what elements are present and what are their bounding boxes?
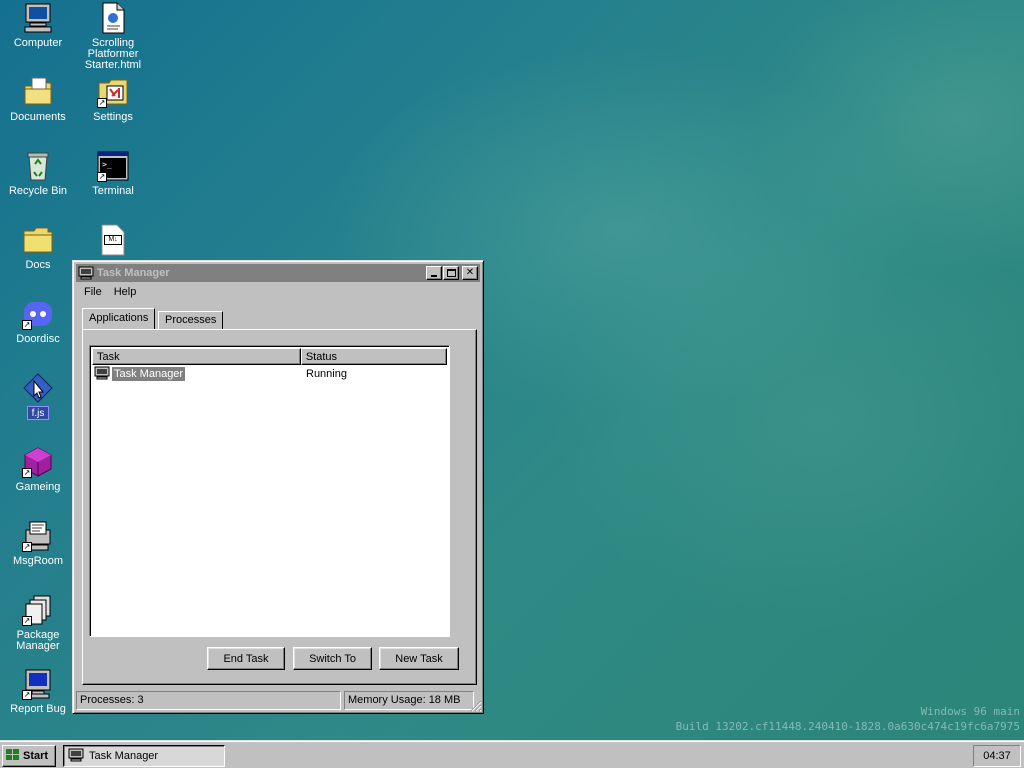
watermark-line-2: Build 13202.cf11448.240410-1828.0a630c47… [675, 720, 1020, 733]
desktop-icon-documents[interactable]: Documents [0, 76, 76, 123]
task-cell: Task Manager [94, 366, 301, 383]
task-manager-window: Task Manager ✕ File Help Applications Pr… [72, 260, 484, 714]
desktop-icon-docs[interactable]: Docs [0, 224, 76, 271]
markdown-file-icon: M↓ [97, 224, 129, 256]
desktop-icon-terminal[interactable]: >_ ↗ Terminal [75, 150, 151, 197]
shortcut-arrow-icon: ↗ [22, 320, 32, 330]
list-header: Task Status [92, 348, 447, 365]
shortcut-arrow-icon: ↗ [97, 172, 107, 182]
resize-grip-icon[interactable] [470, 700, 482, 712]
shortcut-arrow-icon: ↗ [22, 542, 32, 552]
desktop-icon-label: Settings [93, 111, 133, 123]
shortcut-arrow-icon: ↗ [22, 690, 32, 700]
watermark-line-1: Windows 96 main [920, 705, 1020, 718]
desktop-icon-label: Documents [10, 111, 66, 123]
desktop-icon-label: Computer [13, 37, 63, 49]
desktop-icon-computer[interactable]: Computer [0, 2, 76, 49]
desktop-icon-settings[interactable]: ↗ Settings [75, 76, 151, 123]
start-label: Start [23, 750, 49, 762]
task-name: Task Manager [112, 367, 186, 381]
taskbar: Start Task Manager 04:37 [0, 740, 1024, 768]
desktop-icon-label: Report Bug [10, 703, 66, 715]
shortcut-arrow-icon: ↗ [22, 468, 32, 478]
window-title: Task Manager [97, 267, 170, 279]
close-button[interactable]: ✕ [462, 266, 478, 280]
desktop-icon-markdown-file[interactable]: M↓ [75, 224, 151, 256]
fjs-icon: f.js [22, 372, 54, 424]
switch-to-button[interactable]: Switch To [293, 647, 372, 670]
taskbar-button-task-manager[interactable]: Task Manager [63, 745, 225, 767]
minimize-icon [431, 275, 437, 277]
system-tray-clock[interactable]: 04:37 [973, 745, 1021, 767]
terminal-icon: >_ ↗ [97, 150, 129, 182]
menu-file[interactable]: File [78, 286, 108, 298]
shortcut-arrow-icon: ↗ [22, 616, 32, 626]
tab-processes[interactable]: Processes [158, 311, 224, 329]
desktop-icon-label: Scrolling Platformer Starter.html [84, 37, 142, 71]
menu-help[interactable]: Help [108, 286, 143, 298]
column-header-task[interactable]: Task [92, 348, 301, 365]
html-file-icon [97, 2, 129, 34]
desktop-icon-gameing[interactable]: ↗ Gameing [0, 446, 76, 493]
desktop-icon-label: Terminal [92, 185, 134, 197]
desktop-icon-package-manager[interactable]: ↗ Package Manager [0, 594, 76, 652]
desktop-icon-label: MsgRoom [12, 555, 64, 567]
computer-icon [22, 2, 54, 34]
package-manager-icon: ↗ [22, 594, 54, 626]
fjs-badge: f.js [27, 406, 49, 420]
task-manager-icon [94, 366, 110, 383]
recycle-bin-icon [22, 150, 54, 182]
desktop-icon-label: Doordisc [16, 333, 60, 345]
desktop-icon-label: Docs [25, 259, 51, 271]
start-logo-icon [6, 748, 20, 764]
status-processes: Processes: 3 [76, 691, 341, 710]
status-cell: Running [306, 368, 347, 380]
settings-icon: ↗ [97, 76, 129, 108]
status-bar: Processes: 3 Memory Usage: 18 MB [76, 691, 480, 710]
maximize-icon [446, 269, 456, 277]
desktop-icon-label: Recycle Bin [8, 185, 68, 197]
close-icon: ✕ [465, 267, 475, 278]
doordisc-icon: ↗ [22, 298, 54, 330]
svg-text:>_: >_ [102, 160, 112, 169]
tab-strip: Applications Processes [82, 307, 480, 329]
table-row[interactable]: Task Manager Running [94, 365, 449, 383]
desktop-icon-fjs[interactable]: f.js [0, 372, 76, 424]
taskbar-button-label: Task Manager [89, 750, 159, 762]
menu-bar: File Help [76, 282, 480, 302]
title-bar[interactable]: Task Manager ✕ [76, 264, 480, 282]
task-list[interactable]: Task Status Task Manager Running [89, 345, 450, 637]
desktop: Computer Documents Recycle Bin Docs ↗ Do… [0, 0, 1024, 740]
shortcut-arrow-icon: ↗ [97, 98, 107, 108]
desktop-icon-scrolling-platformer[interactable]: Scrolling Platformer Starter.html [75, 2, 151, 71]
column-header-status[interactable]: Status [300, 348, 447, 365]
msgroom-icon: ↗ [22, 520, 54, 552]
folder-icon [22, 224, 54, 256]
gameing-icon: ↗ [22, 446, 54, 478]
new-task-button[interactable]: New Task [379, 647, 459, 670]
desktop-icon-label: Package Manager [16, 629, 60, 652]
desktop-icon-label: Gameing [15, 481, 61, 493]
desktop-icon-doordisc[interactable]: ↗ Doordisc [0, 298, 76, 345]
end-task-button[interactable]: End Task [207, 647, 285, 670]
start-button[interactable]: Start [2, 745, 56, 767]
task-manager-icon [68, 748, 84, 765]
tab-applications[interactable]: Applications [82, 308, 156, 329]
markdown-badge: M↓ [104, 235, 122, 245]
documents-folder-icon [22, 76, 54, 108]
task-manager-icon [78, 266, 94, 280]
maximize-button[interactable] [443, 266, 459, 280]
status-memory: Memory Usage: 18 MB [344, 691, 474, 710]
desktop-icon-report-bug[interactable]: ↗ Report Bug [0, 668, 76, 715]
report-bug-icon: ↗ [22, 668, 54, 700]
desktop-icon-recycle-bin[interactable]: Recycle Bin [0, 150, 76, 197]
desktop-icon-msgroom[interactable]: ↗ MsgRoom [0, 520, 76, 567]
build-watermark: Windows 96 main Build 13202.cf11448.2404… [676, 704, 1020, 734]
minimize-button[interactable] [426, 266, 442, 280]
